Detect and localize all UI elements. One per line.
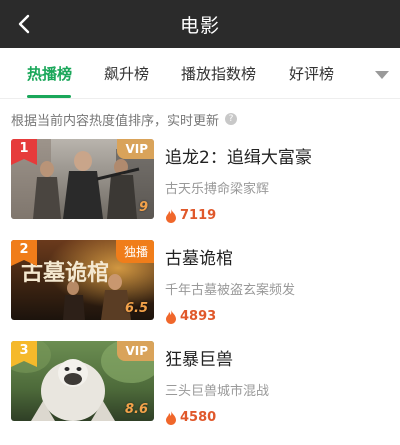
score-label: 9 [138, 200, 148, 215]
item-info: 狂暴巨兽 三头巨兽城市混战 4580 [165, 341, 390, 425]
movie-title[interactable]: 狂暴巨兽 [165, 345, 390, 370]
movie-description: 古天乐搏命梁家辉 [165, 182, 270, 197]
vip-badge: VIP [117, 341, 154, 361]
tab-hot[interactable]: 热播榜 [27, 63, 72, 84]
flame-icon [166, 410, 176, 425]
ranking-notice: 根据当前内容热度值排序，实时更新 ? [0, 99, 400, 139]
top-bar: 电影 [0, 0, 400, 48]
poster-thumbnail[interactable]: 古墓诡棺 2 独播 6.5 [11, 240, 154, 320]
tab-rising[interactable]: 飙升榜 [104, 63, 149, 84]
flame-icon [166, 309, 176, 324]
triangle-down-icon [375, 71, 389, 79]
list-item[interactable]: 1 VIP 9 追龙2：追缉大富豪 古天乐搏命梁家辉 7119 [0, 139, 400, 240]
vip-badge: VIP [117, 139, 154, 159]
back-arrow-icon [18, 14, 30, 34]
back-button[interactable] [12, 11, 36, 37]
heat-value: 4580 [165, 410, 390, 425]
score-label: 8.6 [124, 402, 148, 417]
notice-text: 根据当前内容热度值排序，实时更新 [11, 113, 220, 129]
active-tab-indicator [27, 95, 71, 98]
item-info: 追龙2：追缉大富豪 古天乐搏命梁家辉 7119 [165, 139, 390, 223]
movie-title[interactable]: 古墓诡棺 [165, 244, 390, 269]
list-item[interactable]: 古墓诡棺 2 独播 6.5 古墓诡棺 千年古墓被盗玄案频发 4893 [0, 240, 400, 341]
rank-badge: 1 [11, 139, 37, 165]
flame-icon [166, 208, 176, 223]
page-title: 电影 [179, 14, 220, 37]
tabs-fade [330, 48, 370, 98]
score-label: 6.5 [124, 301, 148, 316]
movie-title[interactable]: 追龙2：追缉大富豪 [165, 143, 390, 168]
rank-badge: 2 [11, 240, 37, 266]
poster-thumbnail[interactable]: 1 VIP 9 [11, 139, 154, 219]
list-item[interactable]: 3 VIP 8.6 狂暴巨兽 三头巨兽城市混战 4580 [0, 341, 400, 442]
poster-thumbnail[interactable]: 3 VIP 8.6 [11, 341, 154, 421]
movie-description: 千年古墓被盗玄案频发 [165, 283, 296, 298]
movie-description: 三头巨兽城市混战 [165, 384, 270, 399]
item-info: 古墓诡棺 千年古墓被盗玄案频发 4893 [165, 240, 390, 324]
tab-top-rated[interactable]: 好评榜 [289, 63, 334, 84]
heat-value: 4893 [165, 309, 390, 324]
tab-bar: 热播榜 飙升榜 播放指数榜 好评榜 [0, 48, 400, 99]
exclusive-badge: 独播 [115, 240, 154, 263]
movie-list: 1 VIP 9 追龙2：追缉大富豪 古天乐搏命梁家辉 7119 古墓诡棺 2 独… [0, 139, 400, 442]
more-tabs-button[interactable] [374, 66, 390, 80]
help-icon[interactable]: ? [225, 113, 238, 125]
rank-badge: 3 [11, 341, 37, 367]
tab-play-index[interactable]: 播放指数榜 [181, 63, 256, 84]
heat-value: 7119 [165, 208, 390, 223]
